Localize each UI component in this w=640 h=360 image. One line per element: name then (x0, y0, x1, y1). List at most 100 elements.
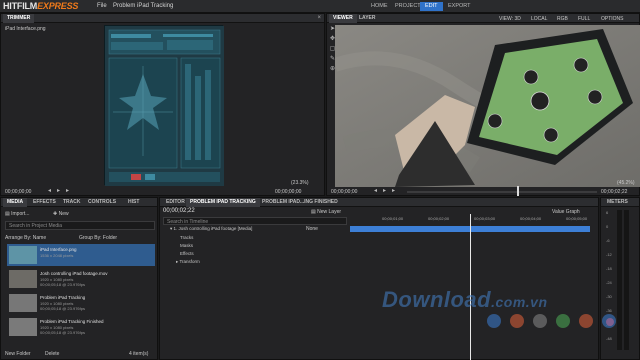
media-panel: MEDIA EFFECTS TRACK CONTROLS HIST ▤ Impo… (0, 197, 158, 360)
media-item[interactable]: iPad Interface.png 1536 x 2048 pixels (7, 244, 155, 266)
media-search-input[interactable]: Search in Project Media (5, 221, 155, 230)
logo-main: HITFILM (3, 1, 38, 11)
play-icon[interactable]: ▸ (55, 188, 62, 195)
media-thumbnail (9, 318, 37, 336)
media-item-duration: 00;00;05;18 @ 23.976fps (40, 306, 85, 311)
new-layer-button[interactable]: ▤ New Layer (311, 209, 341, 215)
viewer-header: VIEWER LAYER VIEW: 3D LOCAL RGB FULL OPT… (327, 14, 639, 23)
new-label: New (58, 211, 69, 217)
trimmer-preview-image (104, 25, 224, 186)
media-item-count: 4 item(s) (129, 351, 149, 357)
ipad-interface-graphic (105, 26, 224, 186)
ruler-tick: 00;00;03;00 (474, 216, 496, 221)
tab-problem-ipad-finished[interactable]: PROBLEM IPAD...ING FINISHED (258, 198, 342, 207)
meters-header: METERS (601, 198, 639, 207)
tab-effects[interactable]: EFFECTS (29, 198, 60, 207)
viewer-play-icon[interactable]: ▸ (381, 188, 388, 195)
arrange-by-select[interactable]: Arrange By: Name (5, 235, 46, 241)
timeline-header: EDITOR PROBLEM IPAD TRACKING PROBLEM IPA… (160, 198, 598, 207)
viewer-scrub-bar[interactable] (407, 191, 597, 193)
layer-row[interactable]: ▾ 1. Josh controlling iPad footage [Medi… (170, 226, 252, 232)
menu-project[interactable]: Problem iPad Tracking (113, 3, 173, 9)
media-item[interactable]: Problem iPad Tracking Finished 1920 x 10… (7, 316, 155, 338)
delete-button[interactable]: Delete (45, 351, 59, 357)
viewer-video-frame (335, 25, 640, 187)
expand-icon[interactable]: ▾ (170, 226, 172, 231)
tab-track[interactable]: TRACK (59, 198, 85, 207)
media-item[interactable]: Problem iPad Tracking 1920 x 1080 pixels… (7, 292, 155, 314)
meter-label: -48 (606, 336, 612, 341)
media-item-name: Josh controlling iPad footage.mov (40, 271, 108, 276)
trimmer-time-left: 00;00;00;00 (5, 189, 32, 195)
prop-masks[interactable]: Masks (180, 243, 193, 248)
meter-label: -18 (606, 266, 612, 271)
media-thumbnail (9, 270, 37, 288)
value-graph-toggle[interactable]: Value Graph (552, 209, 580, 215)
ruler-tick: 00;00;01;00 (382, 216, 404, 221)
viewer-zoom: (45.2%) (617, 180, 635, 186)
viewer-step-back-icon[interactable]: ◂ (372, 188, 379, 195)
media-thumbnail (9, 294, 37, 312)
tab-media[interactable]: MEDIA (3, 198, 28, 207)
new-folder-button[interactable]: New Folder (5, 351, 31, 357)
transform-label: Transform (179, 259, 200, 264)
meter-label: -36 (606, 308, 612, 313)
ruler-tick: 00;00;05;00 (566, 216, 588, 221)
media-item-size: 1536 x 2048 pixels (40, 253, 74, 258)
tab-problem-ipad-tracking[interactable]: PROBLEM IPAD TRACKING (186, 198, 260, 207)
tab-viewer[interactable]: VIEWER (329, 14, 357, 23)
viewer-time-right: 00;00;02;22 (601, 189, 628, 195)
meter-bar-right (624, 210, 629, 350)
watermark-dot (602, 314, 616, 328)
blend-mode-select[interactable]: None (306, 226, 318, 232)
viewer-step-forward-icon[interactable]: ▸ (390, 188, 397, 195)
timeline-search-placeholder: Search in Timeline (167, 219, 209, 225)
watermark-dot (579, 314, 593, 328)
tablet-footage-graphic (335, 25, 640, 187)
expand-icon[interactable]: ▸ (176, 259, 178, 264)
media-item[interactable]: Josh controlling iPad footage.mov 1920 x… (7, 268, 155, 290)
nav-tab-home[interactable]: HOME (366, 2, 393, 11)
media-item-name: Problem iPad Tracking (40, 295, 86, 300)
group-by-select[interactable]: Group By: Folder (79, 235, 117, 241)
app-logo: HITFILMEXPRESS (3, 1, 78, 12)
local-select[interactable]: LOCAL (531, 16, 547, 22)
trimmer-time-right: 00;00;00;00 (275, 189, 302, 195)
watermark-dot (533, 314, 547, 328)
tab-hist[interactable]: HIST (124, 198, 143, 207)
prop-effects[interactable]: Effects (180, 251, 194, 256)
media-thumbnail (9, 246, 37, 264)
viewer-panel: VIEWER LAYER VIEW: 3D LOCAL RGB FULL OPT… (326, 13, 640, 196)
tab-controls[interactable]: CONTROLS (84, 198, 120, 207)
options-select[interactable]: OPTIONS (601, 16, 624, 22)
prop-tracks[interactable]: Tracks (180, 235, 193, 240)
tab-trimmer[interactable]: TRIMMER (3, 14, 35, 23)
media-item-name: iPad Interface.png (40, 247, 77, 252)
nav-tab-export[interactable]: EXPORT (443, 2, 476, 11)
step-forward-icon[interactable]: ▸ (64, 188, 71, 195)
timeline-search-input[interactable]: Search in Timeline (163, 217, 347, 225)
import-button[interactable]: ▤ Import... (5, 211, 29, 217)
tab-meters[interactable]: METERS (603, 198, 632, 207)
menu-file[interactable]: File (97, 3, 107, 9)
rgb-select[interactable]: RGB (557, 16, 568, 22)
step-back-icon[interactable]: ◂ (46, 188, 53, 195)
prop-transform[interactable]: ▸ Transform (176, 259, 200, 265)
view-mode-select[interactable]: VIEW: 3D (499, 16, 521, 22)
viewer-playhead[interactable] (517, 186, 519, 196)
new-button[interactable]: ✚ New (53, 211, 69, 217)
watermark-dot (510, 314, 524, 328)
import-label: Import... (11, 211, 30, 217)
resolution-select[interactable]: FULL (578, 16, 590, 22)
watermark-dot (487, 314, 501, 328)
nav-tab-edit[interactable]: EDIT (420, 2, 443, 11)
tab-layer[interactable]: LAYER (355, 14, 380, 23)
tab-editor[interactable]: EDITOR (162, 198, 189, 207)
close-icon[interactable]: × (317, 15, 321, 21)
meter-label: -12 (606, 252, 612, 257)
trimmer-zoom: (23.3%) (291, 180, 309, 186)
meter-label: -6 (606, 238, 610, 243)
watermark-dot (556, 314, 570, 328)
meter-label: -24 (606, 280, 612, 285)
media-header: MEDIA EFFECTS TRACK CONTROLS HIST (1, 198, 157, 207)
